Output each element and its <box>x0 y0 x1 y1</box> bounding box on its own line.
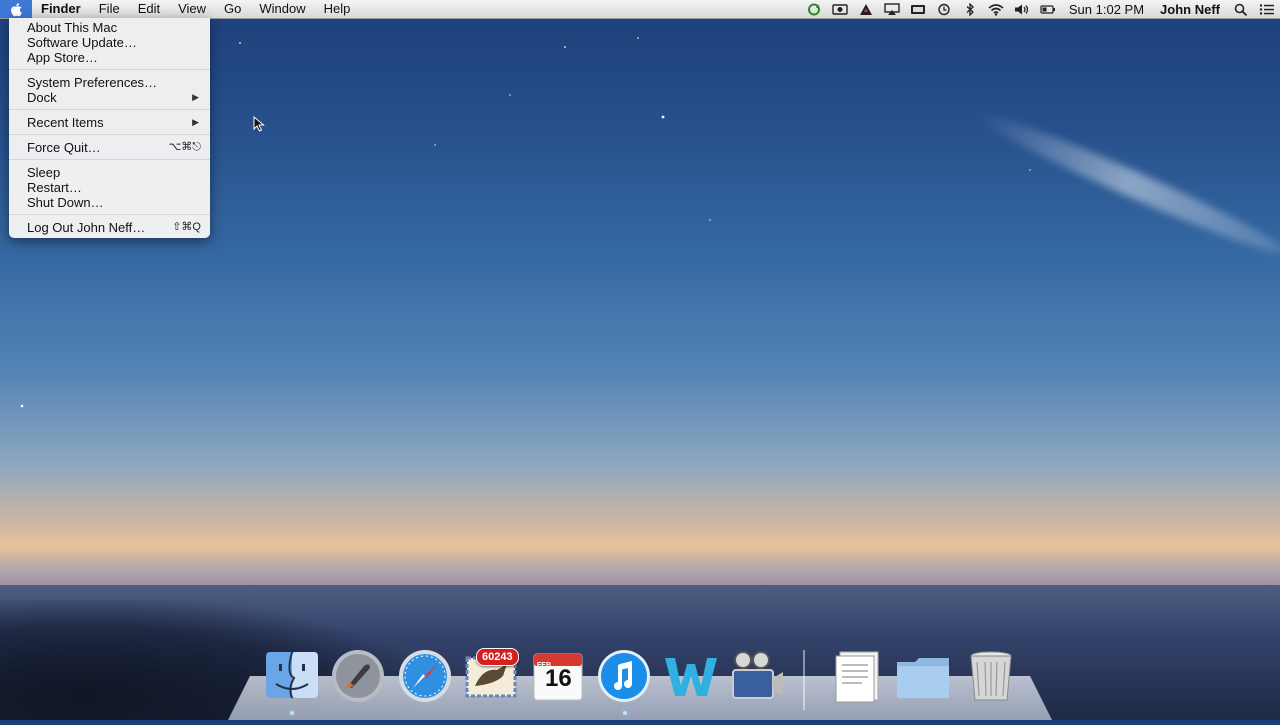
menu-item-label: Restart… <box>27 180 82 195</box>
menu-finder[interactable]: Finder <box>32 0 90 18</box>
cloud-streak <box>969 101 1280 265</box>
running-indicator <box>290 711 294 715</box>
menu-item-label: Dock <box>27 90 57 105</box>
menu-item-label: System Preferences… <box>27 75 158 90</box>
menu-item-restart[interactable]: Restart… <box>9 180 210 195</box>
apple-logo-icon <box>11 2 22 16</box>
menu-item-log-out[interactable]: Log Out John Neff… ⇧⌘Q <box>9 220 210 235</box>
menu-item-sleep[interactable]: Sleep <box>9 165 210 180</box>
shortcut-label: ⇧⌘Q <box>172 221 201 233</box>
menubar: Finder File Edit View Go Window Help Sun… <box>0 0 1280 19</box>
menu-item-shut-down[interactable]: Shut Down… <box>9 195 210 210</box>
menu-item-label: Shut Down… <box>27 195 104 210</box>
menu-view[interactable]: View <box>169 0 215 18</box>
shortcut-label: ⌥⌘⎋ <box>168 141 201 153</box>
apple-menu-button[interactable] <box>0 0 32 18</box>
search-icon[interactable] <box>1228 0 1254 18</box>
menu-item-label: App Store… <box>27 50 98 65</box>
mail-unread-badge: 60243 <box>476 648 519 666</box>
volume-icon[interactable] <box>1009 0 1035 18</box>
menu-file[interactable]: File <box>90 0 129 18</box>
submenu-arrow-icon: ▶ <box>192 92 199 102</box>
menu-go[interactable]: Go <box>215 0 250 18</box>
submenu-arrow-icon: ▶ <box>192 117 199 127</box>
menu-separator <box>9 109 210 110</box>
menu-item-about-this-mac[interactable]: About This Mac <box>9 20 210 35</box>
battery-icon[interactable] <box>1035 0 1061 18</box>
menu-help[interactable]: Help <box>315 0 360 18</box>
fast-user-switch[interactable]: John Neff <box>1152 2 1228 17</box>
wifi-icon[interactable] <box>983 0 1009 18</box>
menu-separator <box>9 134 210 135</box>
menu-item-software-update[interactable]: Software Update… <box>9 35 210 50</box>
list-icon[interactable] <box>1254 0 1280 18</box>
menubar-clock[interactable]: Sun 1:02 PM <box>1061 2 1152 17</box>
adobe-icon[interactable] <box>853 0 879 18</box>
status-area: Sun 1:02 PM John Neff <box>801 0 1280 18</box>
document-stack-icon[interactable] <box>830 648 886 704</box>
running-indicator <box>623 711 627 715</box>
menu-item-label: Force Quit… <box>27 140 101 155</box>
menu-item-app-store[interactable]: App Store… <box>9 50 210 65</box>
battery-menu-icon[interactable] <box>905 0 931 18</box>
video-app-icon[interactable] <box>729 648 785 704</box>
menu-item-recent-items[interactable]: Recent Items ▶ <box>9 115 210 130</box>
menu-item-label: About This Mac <box>27 20 118 35</box>
menu-item-label: Sleep <box>27 165 61 180</box>
menu-item-label: Software Update… <box>27 35 137 50</box>
finder-icon[interactable] <box>264 648 320 704</box>
menu-edit[interactable]: Edit <box>129 0 169 18</box>
airplay-icon[interactable] <box>879 0 905 18</box>
launchpad-icon[interactable] <box>330 648 386 704</box>
folder-stack-icon[interactable] <box>895 648 951 704</box>
menu-separator <box>9 159 210 160</box>
menu-separator <box>9 69 210 70</box>
dock-separator <box>803 650 805 710</box>
apple-menu-dropdown: About This Mac Software Update… App Stor… <box>9 18 210 238</box>
mouse-cursor-icon <box>253 116 265 132</box>
trash-icon[interactable] <box>963 648 1019 704</box>
time-machine-icon[interactable] <box>931 0 957 18</box>
safari-icon[interactable] <box>397 648 453 704</box>
menu-item-label: Log Out John Neff… <box>27 220 146 235</box>
menu-item-system-preferences[interactable]: System Preferences… <box>9 75 210 90</box>
word-icon[interactable] <box>663 648 719 704</box>
calendar-day: 16 <box>545 665 572 692</box>
sync-icon[interactable] <box>801 0 827 18</box>
camera-icon[interactable] <box>827 0 853 18</box>
menu-item-dock[interactable]: Dock ▶ <box>9 90 210 105</box>
menu-item-force-quit[interactable]: Force Quit… ⌥⌘⎋ <box>9 140 210 155</box>
itunes-icon[interactable] <box>596 648 652 704</box>
menu-separator <box>9 214 210 215</box>
menu-window[interactable]: Window <box>250 0 314 18</box>
bluetooth-icon[interactable] <box>957 0 983 18</box>
menu-item-label: Recent Items <box>27 115 104 130</box>
